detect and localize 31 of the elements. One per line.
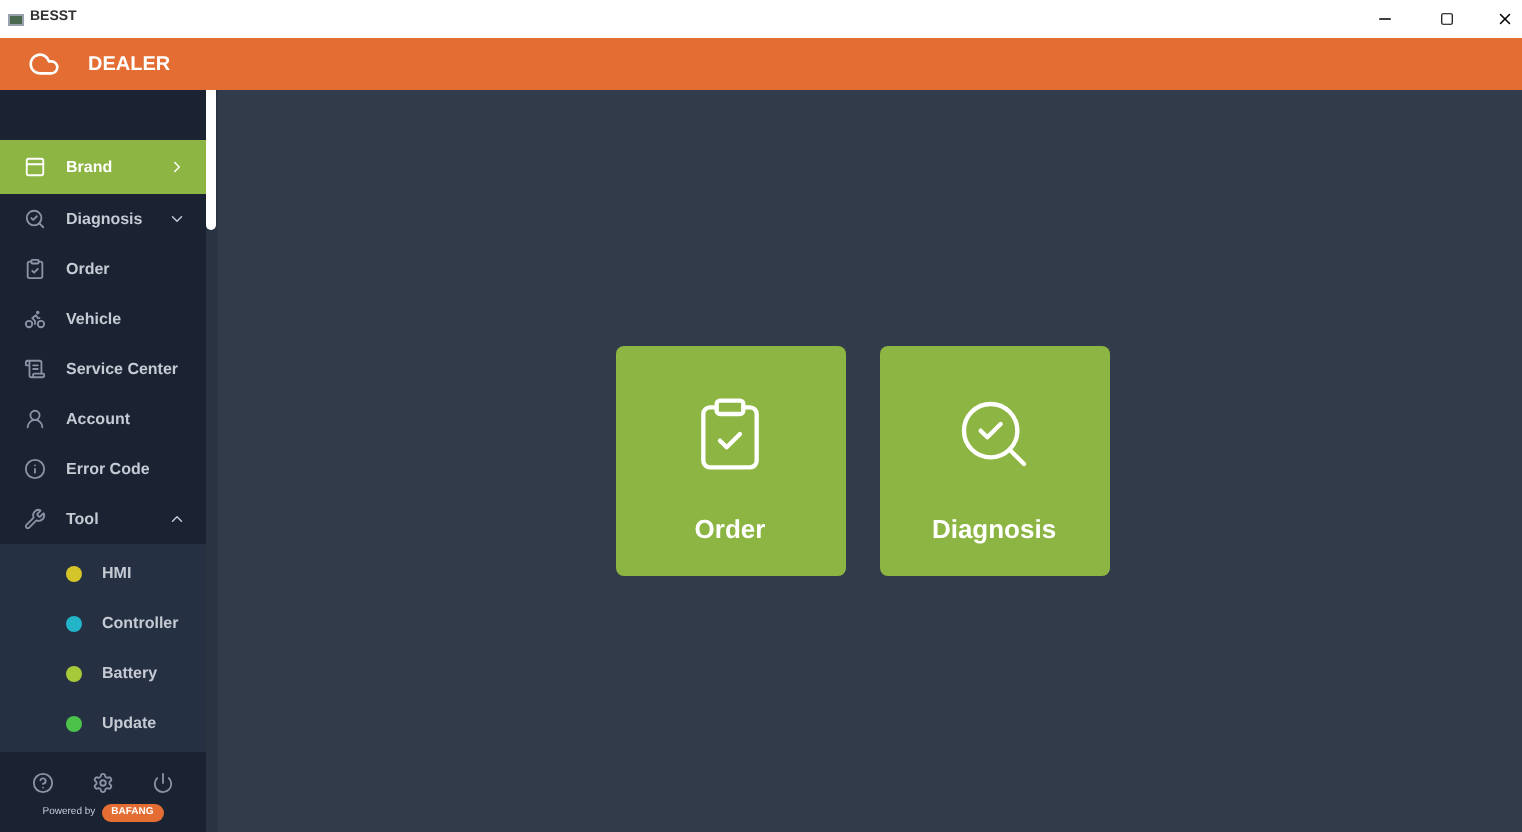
sidebar-subitem[interactable]: Controller — [0, 598, 206, 648]
sidebar-item[interactable]: Vehicle — [0, 294, 206, 344]
cloud-icon — [28, 48, 60, 80]
settings-icon[interactable] — [91, 771, 114, 793]
chevron-icon — [168, 210, 186, 228]
scrollbar-thumb[interactable] — [206, 90, 216, 230]
close-icon[interactable] — [1496, 10, 1514, 28]
help-icon[interactable] — [31, 771, 54, 793]
document-icon — [24, 358, 46, 380]
bike-icon — [24, 308, 46, 330]
sidebar-item[interactable]: Tool — [0, 494, 206, 544]
app-icon — [8, 13, 24, 25]
maximize-icon[interactable] — [1440, 12, 1454, 26]
chevron-icon — [168, 510, 186, 528]
sidebar-item[interactable]: Order — [0, 244, 206, 294]
sidebar-subitem[interactable]: Update — [0, 698, 206, 748]
sidebar-item[interactable]: Error Code — [0, 444, 206, 494]
sidebar-subitem[interactable]: Battery — [0, 648, 206, 698]
wrench-icon — [24, 508, 46, 530]
sidebar-item[interactable]: Account — [0, 394, 206, 444]
sidebar-subitem[interactable]: HMI — [0, 548, 206, 598]
clipboard-icon — [24, 258, 46, 280]
user-icon — [24, 408, 46, 430]
power-icon[interactable] — [152, 771, 175, 793]
info-icon — [24, 458, 46, 480]
panel-icon — [24, 156, 46, 178]
sidebar-item[interactable]: Diagnosis — [0, 194, 206, 244]
search-check-icon — [24, 208, 46, 230]
sidebar-item[interactable]: Service Center — [0, 344, 206, 394]
header-title: DEALER — [88, 51, 171, 79]
chevron-icon — [168, 158, 186, 176]
